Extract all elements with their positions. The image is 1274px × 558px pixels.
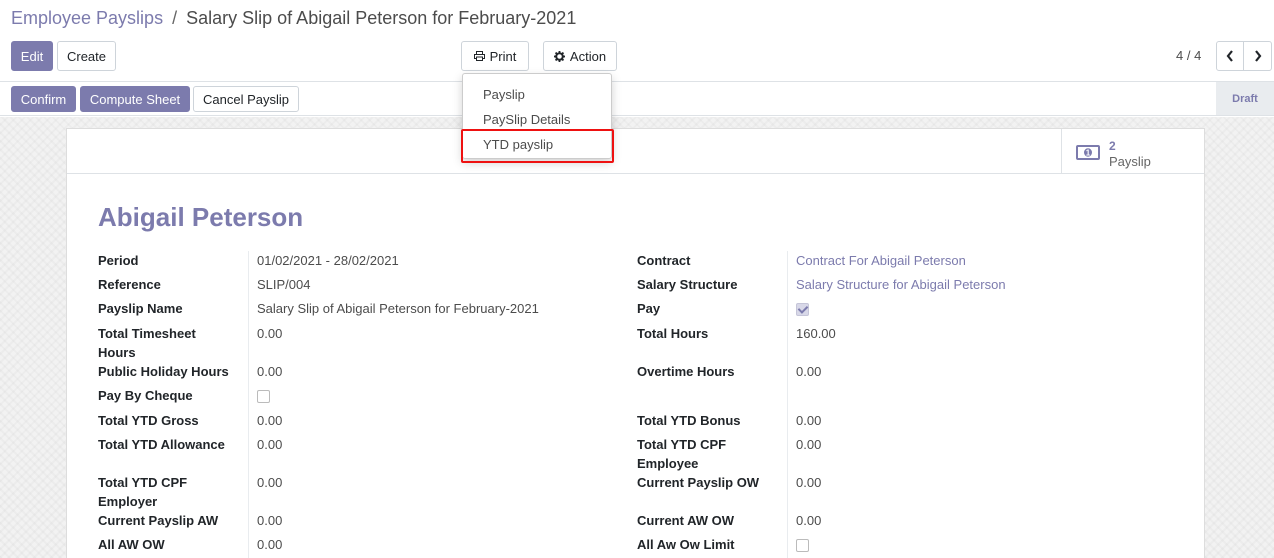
- gear-icon: [553, 50, 565, 62]
- field-label-current-payslip-aw: Current Payslip AW: [98, 513, 219, 528]
- field-label-total-hours: Total Hours: [637, 326, 709, 341]
- confirm-button[interactable]: Confirm: [11, 86, 76, 112]
- field-label-current-aw-ow: Current AW OW: [637, 513, 735, 528]
- field-label-all-aw-ow: All AW OW: [98, 537, 165, 552]
- payslip-count: 2: [1109, 139, 1116, 153]
- field-value-current-payslip-aw[interactable]: 0.00: [257, 511, 282, 530]
- field-label-current-payslip-ow: Current Payslip OW: [637, 475, 760, 490]
- pager-previous-button[interactable]: [1216, 41, 1244, 71]
- field-label-reference: Reference: [98, 277, 161, 292]
- field-label-salary-structure: Salary Structure: [637, 277, 738, 292]
- employee-name: Abigail Peterson: [98, 202, 304, 232]
- field-label-total-timesheet-hours: Total Timesheet Hours: [98, 326, 196, 360]
- field-value-total-ytd-cpf-employer[interactable]: 0.00: [257, 473, 282, 492]
- field-value-all-aw-ow[interactable]: 0.00: [257, 535, 282, 554]
- field-value-payslip-name[interactable]: Salary Slip of Abigail Peterson for Febr…: [257, 299, 539, 318]
- field-value-total-timesheet-hours[interactable]: 0.00: [257, 324, 282, 343]
- field-label-total-ytd-allowance: Total YTD Allowance: [98, 437, 225, 452]
- field-value-overtime-hours[interactable]: 0.00: [796, 362, 821, 381]
- field-label-pay: Pay: [637, 301, 661, 316]
- breadcrumb-current: Salary Slip of Abigail Peterson for Febr…: [186, 8, 577, 28]
- all-aw-ow-limit-checkbox[interactable]: [796, 539, 809, 552]
- field-value-total-ytd-bonus[interactable]: 0.00: [796, 411, 821, 430]
- field-value-reference[interactable]: SLIP/004: [257, 275, 311, 294]
- action-button-label: Action: [569, 48, 607, 64]
- field-label-total-ytd-cpf-employer: Total YTD CPF Employer: [98, 475, 188, 509]
- field-value-salary-structure-link[interactable]: Salary Structure for Abigail Peterson: [796, 275, 1006, 294]
- breadcrumb-parent-link[interactable]: Employee Payslips: [11, 8, 163, 28]
- field-value-total-hours[interactable]: 160.00: [796, 324, 836, 343]
- pay-by-cheque-checkbox[interactable]: [257, 390, 270, 403]
- field-value-total-ytd-gross[interactable]: 0.00: [257, 411, 282, 430]
- action-button[interactable]: Action: [543, 41, 617, 71]
- pager-value: 4 / 4: [1176, 48, 1202, 63]
- print-menu-item-ytd-payslip[interactable]: YTD payslip: [461, 129, 614, 163]
- field-label-overtime-hours: Overtime Hours: [637, 364, 735, 379]
- pay-checkbox[interactable]: [796, 303, 809, 316]
- money-icon: 1: [1076, 145, 1100, 160]
- field-value-current-aw-ow[interactable]: 0.00: [796, 511, 821, 530]
- create-button[interactable]: Create: [57, 41, 116, 71]
- pager-next-button[interactable]: [1244, 41, 1272, 71]
- form-sheet: 1 2 Payslip Abigail Peterson Period 01/0…: [66, 128, 1205, 558]
- field-value-contract-link[interactable]: Contract For Abigail Peterson: [796, 251, 966, 270]
- right-column-divider: [787, 251, 788, 558]
- field-label-total-ytd-cpf-employee: Total YTD CPF Employee: [637, 437, 727, 471]
- left-column-divider: [248, 251, 249, 558]
- field-label-total-ytd-gross: Total YTD Gross: [98, 413, 199, 428]
- field-value-public-holiday-hours[interactable]: 0.00: [257, 362, 282, 381]
- field-label-payslip-name: Payslip Name: [98, 301, 183, 316]
- field-label-contract: Contract: [637, 253, 691, 268]
- printer-icon: [473, 51, 485, 61]
- chevron-left-icon: [1226, 50, 1233, 62]
- print-menu-item-payslip[interactable]: Payslip: [463, 82, 611, 107]
- compute-sheet-button[interactable]: Compute Sheet: [80, 86, 190, 112]
- chevron-right-icon: [1254, 50, 1261, 62]
- status-draft[interactable]: Draft: [1216, 82, 1274, 115]
- field-label-all-aw-ow-limit: All Aw Ow Limit: [637, 537, 735, 552]
- breadcrumb: Employee Payslips / Salary Slip of Abiga…: [11, 8, 576, 29]
- edit-button[interactable]: Edit: [11, 41, 53, 71]
- field-label-public-holiday-hours: Public Holiday Hours: [98, 364, 229, 379]
- field-value-current-payslip-ow[interactable]: 0.00: [796, 473, 821, 492]
- payslip-smart-button[interactable]: 1 2 Payslip: [1061, 129, 1204, 173]
- control-panel: Employee Payslips / Salary Slip of Abiga…: [0, 0, 1274, 82]
- field-value-total-ytd-allowance[interactable]: 0.00: [257, 435, 282, 454]
- statusbar: Confirm Compute Sheet Cancel Payslip Dra…: [0, 82, 1274, 116]
- breadcrumb-separator: /: [172, 8, 178, 28]
- cancel-payslip-button[interactable]: Cancel Payslip: [193, 86, 299, 112]
- svg-text:1: 1: [1086, 149, 1091, 158]
- print-button-label: Print: [489, 48, 517, 64]
- field-label-period: Period: [98, 253, 139, 268]
- print-dropdown-menu: Payslip PaySlip Details YTD payslip: [461, 73, 614, 163]
- button-box: 1 2 Payslip: [67, 129, 1204, 174]
- field-label-pay-by-cheque: Pay By Cheque: [98, 388, 193, 403]
- payslip-count-label: Payslip: [1109, 154, 1151, 169]
- print-button[interactable]: Print: [461, 41, 529, 71]
- field-value-total-ytd-cpf-employee[interactable]: 0.00: [796, 435, 821, 454]
- field-label-total-ytd-bonus: Total YTD Bonus: [637, 413, 741, 428]
- field-value-period[interactable]: 01/02/2021 - 28/02/2021: [257, 251, 399, 270]
